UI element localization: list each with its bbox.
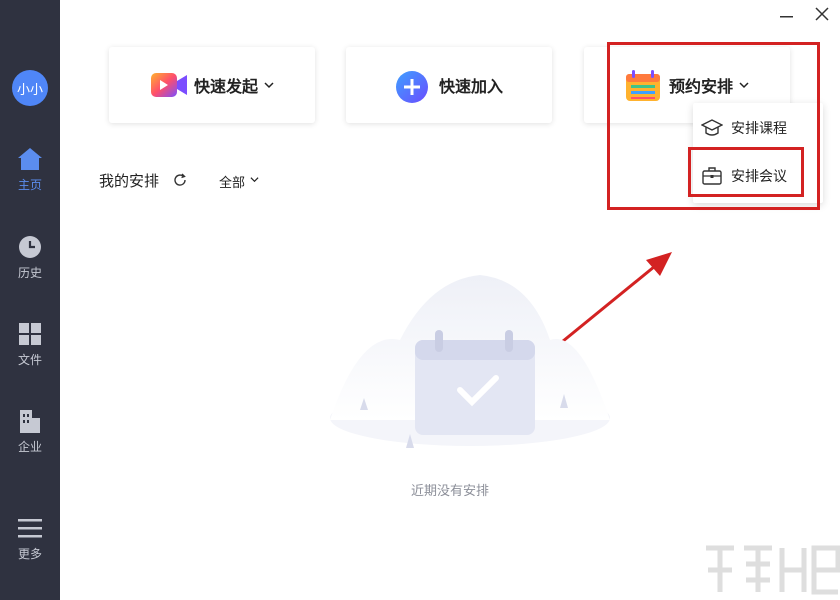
home-icon [17, 146, 43, 172]
plus-circle-icon [395, 70, 429, 103]
sidebar-item-label: 更多 [17, 547, 42, 561]
sidebar-item-label: 历史 [17, 266, 42, 280]
sidebar-item-more[interactable]: 更多 [0, 515, 60, 575]
quick-start-button[interactable]: 快速发起 [109, 47, 315, 123]
clock-icon [17, 234, 43, 260]
quick-join-label: 快速加入 [438, 77, 503, 96]
video-camera-icon [150, 70, 187, 100]
empty-calendar-illustration [330, 275, 610, 448]
building-icon [17, 408, 43, 434]
chevron-down-icon [264, 82, 274, 89]
filter-dropdown[interactable]: 全部 [219, 172, 245, 191]
minimize-button[interactable] [778, 6, 796, 24]
close-icon [815, 7, 829, 21]
sidebar-item-history[interactable]: 历史 [0, 234, 60, 294]
grid-icon [17, 321, 43, 347]
quick-start-label: 快速发起 [193, 77, 258, 96]
sidebar-item-label: 企业 [17, 440, 42, 454]
close-button[interactable] [812, 4, 832, 24]
avatar[interactable]: 小小 [12, 70, 48, 106]
quick-join-button[interactable]: 快速加入 [346, 47, 552, 123]
watermark-logo [706, 545, 840, 595]
sidebar-item-label: 主页 [17, 178, 42, 192]
sidebar-item-label: 文件 [17, 353, 42, 367]
annotation-box-inner [688, 147, 804, 197]
sidebar-item-enterprise[interactable]: 企业 [0, 408, 60, 468]
sidebar-item-home[interactable]: 主页 [0, 146, 60, 206]
chevron-down-icon [250, 177, 259, 183]
sidebar-item-files[interactable]: 文件 [0, 321, 60, 381]
refresh-icon[interactable] [172, 172, 188, 188]
empty-state-text: 近期没有安排 [410, 484, 489, 499]
section-title: 我的安排 [99, 172, 160, 190]
menu-icon [17, 515, 43, 541]
sidebar: 小小 主页 历史 文件 企业 更多 [0, 0, 60, 600]
